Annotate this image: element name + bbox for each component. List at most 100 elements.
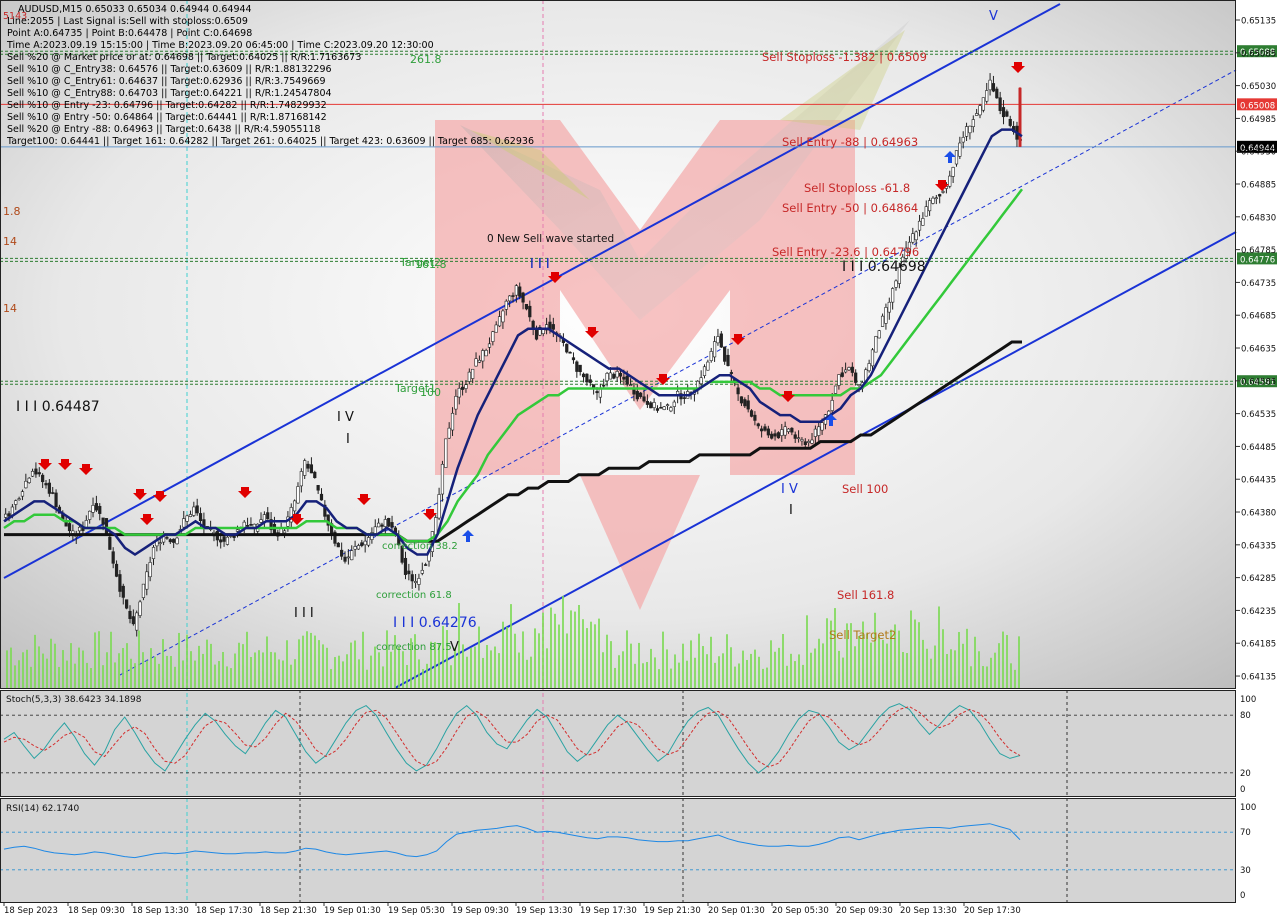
candle-body	[356, 545, 361, 550]
candle-body	[487, 343, 492, 348]
volume-bar	[214, 664, 216, 688]
price-tick-label: 0.64185	[1241, 640, 1276, 650]
candle-body	[185, 515, 189, 522]
annotation-sell-entry-88: Sell Entry -88 | 0.64963	[782, 135, 918, 149]
candle-body	[168, 539, 172, 543]
volume-bar	[706, 654, 708, 688]
candle-body	[494, 324, 498, 333]
annotation-wave5: V	[450, 640, 459, 655]
candle-body	[497, 316, 502, 327]
candle-body	[313, 471, 317, 478]
candle-body	[726, 354, 730, 367]
volume-bar	[478, 626, 480, 688]
candle-body	[474, 358, 478, 367]
volume-bar	[130, 658, 132, 688]
volume-bar	[6, 650, 8, 688]
candle-body	[931, 197, 935, 204]
candle-body	[763, 426, 767, 431]
candle-body	[914, 231, 918, 241]
candle-body	[51, 492, 55, 494]
candle-body	[444, 438, 448, 468]
volume-bar	[1018, 636, 1020, 688]
volume-bar	[710, 636, 712, 688]
price-tick-label: 0.64930	[1241, 148, 1276, 158]
volume-bar	[238, 642, 240, 688]
candle-body	[491, 331, 495, 342]
candle-body	[464, 384, 468, 389]
info-line-1: Line:2055 | Last Signal is:Sell with sto…	[7, 16, 248, 27]
volume-bar	[230, 668, 232, 688]
volume-bar	[562, 595, 564, 688]
candle-body	[672, 401, 676, 407]
volume-bar	[498, 653, 500, 688]
volume-bar	[606, 634, 608, 688]
candle-body	[857, 384, 861, 387]
candle-body	[565, 343, 569, 353]
candle-body	[766, 428, 770, 436]
price-axis: 0.65135 0.65085 0.65030 0.64985 0.64930 0.648…	[1236, 17, 1276, 683]
price-tick-label: 0.64380	[1241, 509, 1276, 519]
volume-bar	[70, 643, 72, 688]
candle-body	[282, 530, 287, 534]
volume-bar	[726, 634, 728, 688]
candle-body	[837, 374, 841, 386]
info-line-8: Sell %10 @ Entry -23: 0.64796 || Target:…	[7, 100, 327, 111]
candle-body	[44, 483, 48, 486]
volume-bar	[962, 643, 964, 688]
rsi-tick-label: 30	[1240, 866, 1251, 876]
candle-body	[266, 512, 270, 520]
volume-bar	[970, 666, 972, 688]
candle-body	[346, 556, 350, 559]
volume-bar	[854, 646, 856, 688]
volume-bar	[874, 612, 876, 688]
candle-body	[625, 375, 629, 385]
candle-body	[756, 423, 760, 427]
volume-bar	[646, 661, 648, 688]
volume-bar	[902, 652, 904, 688]
volume-bar	[946, 654, 948, 688]
volume-bar	[46, 658, 48, 688]
time-tick-label: 18 Sep 09:30	[68, 906, 125, 916]
rsi-tick-label: 70	[1240, 828, 1251, 838]
volume-bar	[602, 652, 604, 688]
candle-body	[521, 292, 525, 303]
volume-bar	[318, 640, 320, 688]
candle-body	[793, 434, 797, 439]
volume-bar	[314, 635, 316, 688]
candle-body	[77, 526, 82, 532]
volume-bar	[882, 639, 884, 688]
volume-bar	[806, 615, 808, 688]
candle-body	[743, 399, 747, 407]
candle-body	[420, 569, 424, 574]
price-tick-label: 0.65085	[1241, 49, 1276, 59]
candle-body	[390, 522, 394, 528]
stoch-tick-label: 0	[1240, 785, 1245, 795]
candle-body	[1001, 107, 1006, 118]
candle-body	[551, 324, 555, 330]
volume-bar	[982, 666, 984, 688]
candle-body	[800, 439, 804, 442]
candle-body	[854, 372, 858, 383]
volume-bar	[242, 644, 244, 688]
candle-body	[481, 350, 485, 362]
candle-body	[985, 90, 989, 102]
candle-body	[645, 401, 649, 405]
volume-bar	[482, 657, 484, 688]
volume-bar	[494, 646, 496, 688]
candle-body	[847, 367, 851, 371]
volume-bar	[206, 639, 208, 688]
time-tick-label: 18 Sep 21:30	[260, 906, 317, 916]
candle-body	[941, 191, 945, 193]
candle-body	[34, 468, 38, 475]
volume-bar	[486, 645, 488, 688]
volume-bar	[742, 650, 744, 688]
volume-bar	[106, 652, 108, 688]
volume-bar	[814, 648, 816, 688]
candle-body	[447, 427, 451, 439]
volume-bar	[834, 608, 836, 688]
volume-bar	[590, 621, 592, 688]
volume-bar	[474, 646, 476, 688]
candle-body	[803, 441, 807, 446]
candle-body	[968, 125, 972, 134]
volume-bar	[94, 632, 96, 688]
